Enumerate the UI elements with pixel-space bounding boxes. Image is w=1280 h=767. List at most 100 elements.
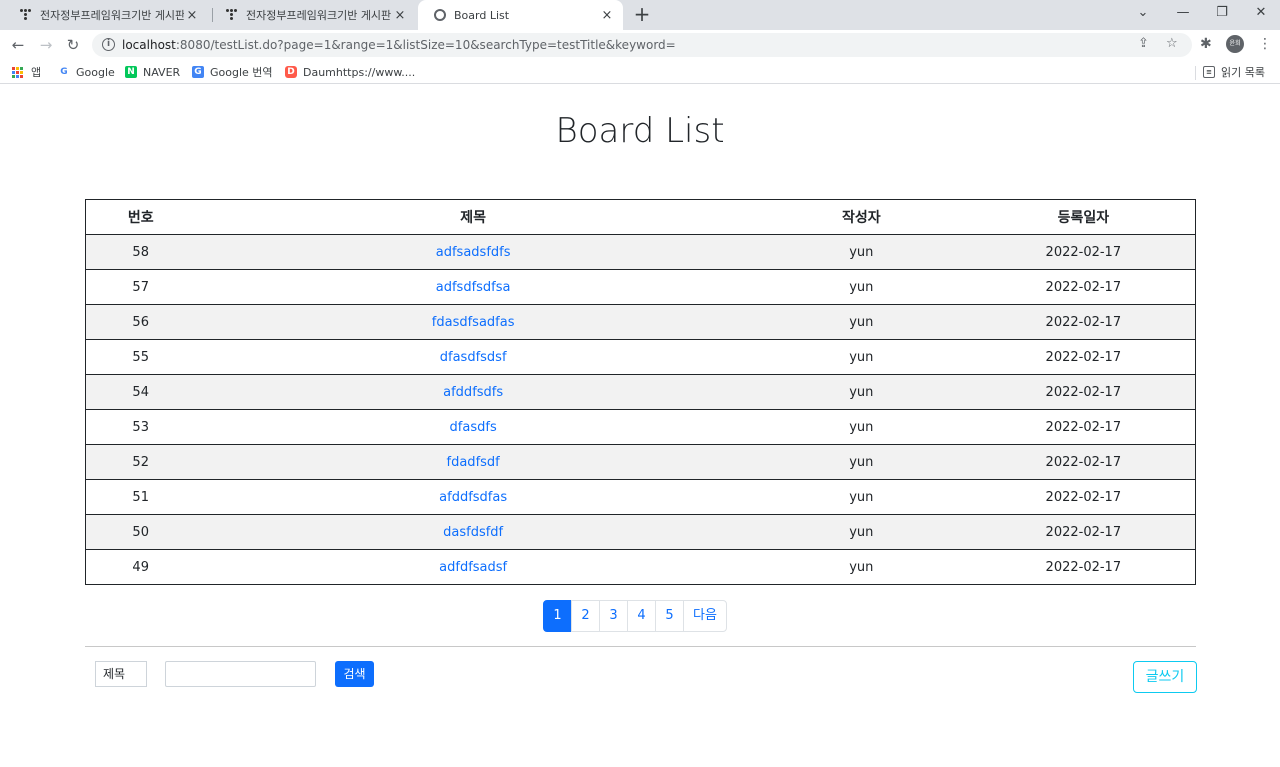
cell-writer: yun [750,339,972,375]
header-writer: 작성자 [750,199,972,235]
bookmark-google[interactable]: G Google [58,64,115,80]
post-title-link[interactable]: fdadfsdf [447,455,500,470]
cell-title: dasfdsfdf [195,514,751,550]
tab-search-button[interactable]: ⌄ [1128,4,1158,24]
close-tab-icon[interactable]: × [392,8,408,23]
page-link-5[interactable]: 5 [655,600,684,632]
translate-icon: G [192,66,204,78]
write-button[interactable]: 글쓰기 [1133,661,1197,693]
tab-board-2[interactable]: 전자정부프레임워크기반 게시판 × [210,0,416,30]
post-title-link[interactable]: adfsdfsdfsa [436,280,511,295]
daum-icon: D [285,66,297,78]
tab-board-1[interactable]: 전자정부프레임워크기반 게시판 × [4,0,208,30]
url-text[interactable]: localhost:8080/testList.do?page=1&range=… [122,38,676,52]
cell-date: 2022-02-17 [971,409,1196,445]
cell-no: 55 [85,339,196,375]
post-title-link[interactable]: afddfsdfs [443,385,503,400]
page-link-4[interactable]: 4 [627,600,656,632]
browser-toolbar: ← → ↻ i localhost:8080/testList.do?page=… [0,30,1280,60]
post-title-link[interactable]: dasfdsfdf [443,525,503,540]
cell-writer: yun [750,549,972,585]
bookmark-apps[interactable]: 앱 [12,64,41,80]
table-row: 56 fdasdfsadfas yun 2022-02-17 [85,304,1196,340]
search-keyword-input[interactable] [165,661,316,687]
close-tab-icon[interactable]: × [599,8,615,23]
search-button[interactable]: 검색 [335,661,374,687]
back-arrow-icon[interactable]: ← [8,35,28,55]
bookmarks-separator [1195,66,1196,80]
cell-writer: yun [750,374,972,410]
post-title-link[interactable]: afddfsdfas [439,490,507,505]
tab-title: 전자정부프레임워크기반 게시판 [246,9,392,22]
globe-icon [434,9,446,21]
cell-no: 53 [85,409,196,445]
cell-writer: yun [750,234,972,270]
header-no: 번호 [85,199,196,235]
cell-date: 2022-02-17 [971,304,1196,340]
cell-no: 52 [85,444,196,480]
google-icon: G [60,67,68,77]
cell-title: fdasdfsadfas [195,304,751,340]
page-link-1[interactable]: 1 [543,600,572,632]
table-header-row: 번호 제목 작성자 등록일자 [85,199,1196,235]
table-row: 55 dfasdfsdsf yun 2022-02-17 [85,339,1196,375]
extensions-icon[interactable]: ✱ [1200,36,1212,52]
reading-list[interactable]: ≡ 읽기 목록 [1203,64,1265,80]
cell-no: 50 [85,514,196,550]
cell-date: 2022-02-17 [971,549,1196,585]
post-title-link[interactable]: fdasdfsadfas [432,315,515,330]
tab-title: Board List [454,8,510,22]
pagination: 1 2 3 4 5 다음 [543,600,727,632]
reload-icon[interactable]: ↻ [63,35,83,55]
page-link-3[interactable]: 3 [599,600,628,632]
site-info-icon[interactable]: i [102,38,115,51]
bookmark-star-icon[interactable]: ☆ [1166,36,1178,51]
cell-date: 2022-02-17 [971,444,1196,480]
cell-date: 2022-02-17 [971,339,1196,375]
header-title: 제목 [195,199,751,235]
post-title-link[interactable]: adfdfsadsf [439,560,507,575]
board-table: 번호 제목 작성자 등록일자 58 adfsadsfdfs yun 2022-02-1… [85,199,1196,585]
minimize-button[interactable]: — [1168,4,1198,24]
table-row: 50 dasfdsfdf yun 2022-02-17 [85,514,1196,550]
bookmark-daum[interactable]: D Daumhttps://www.... [285,64,415,80]
cell-title: adfdfsadsf [195,549,751,585]
page-content: Board List 번호 제목 작성자 등록일자 58 adfsadsfdfs y… [0,89,1280,767]
table-row: 52 fdadfsdf yun 2022-02-17 [85,444,1196,480]
table-row: 53 dfasdfs yun 2022-02-17 [85,409,1196,445]
profile-avatar[interactable]: 윤희 [1226,35,1244,53]
cell-no: 57 [85,269,196,305]
new-tab-button[interactable]: + [632,4,652,26]
naver-icon: N [125,66,137,78]
cell-title: dfasdfsdsf [195,339,751,375]
tab-board-list[interactable]: Board List × [418,0,623,30]
table-row: 51 afddfsdfas yun 2022-02-17 [85,479,1196,515]
search-type-select[interactable]: 제목 [95,661,147,687]
next-page-link[interactable]: 다음 [683,600,727,632]
header-date: 등록일자 [971,199,1196,235]
post-title-link[interactable]: dfasdfsdsf [440,350,507,365]
bookmark-google-translate[interactable]: G Google 번역 [192,64,273,80]
share-icon[interactable]: ⇪ [1138,36,1149,51]
bookmark-naver[interactable]: N NAVER [125,64,180,80]
cell-title: adfsadsfdfs [195,234,751,270]
restore-button[interactable]: ❐ [1207,4,1237,24]
close-tab-icon[interactable]: × [184,8,200,23]
cell-date: 2022-02-17 [971,479,1196,515]
table-row: 49 adfdfsadsf yun 2022-02-17 [85,549,1196,585]
page-link-2[interactable]: 2 [571,600,600,632]
close-window-button[interactable]: ✕ [1246,4,1276,24]
post-title-link[interactable]: adfsadsfdfs [436,245,511,260]
cell-writer: yun [750,269,972,305]
board-body: 58 adfsadsfdfs yun 2022-02-17 57 adfsdfsdfsa y… [85,234,1196,585]
menu-kebab-icon[interactable]: ⋮ [1258,36,1272,52]
table-row: 58 adfsadsfdfs yun 2022-02-17 [85,234,1196,270]
cell-writer: yun [750,479,972,515]
cell-writer: yun [750,304,972,340]
address-bar[interactable]: i localhost:8080/testList.do?page=1&rang… [92,33,1192,57]
cell-title: afddfsdfs [195,374,751,410]
post-title-link[interactable]: dfasdfs [450,420,497,435]
cell-no: 49 [85,549,196,585]
cell-writer: yun [750,409,972,445]
forward-arrow-icon[interactable]: → [36,35,56,55]
